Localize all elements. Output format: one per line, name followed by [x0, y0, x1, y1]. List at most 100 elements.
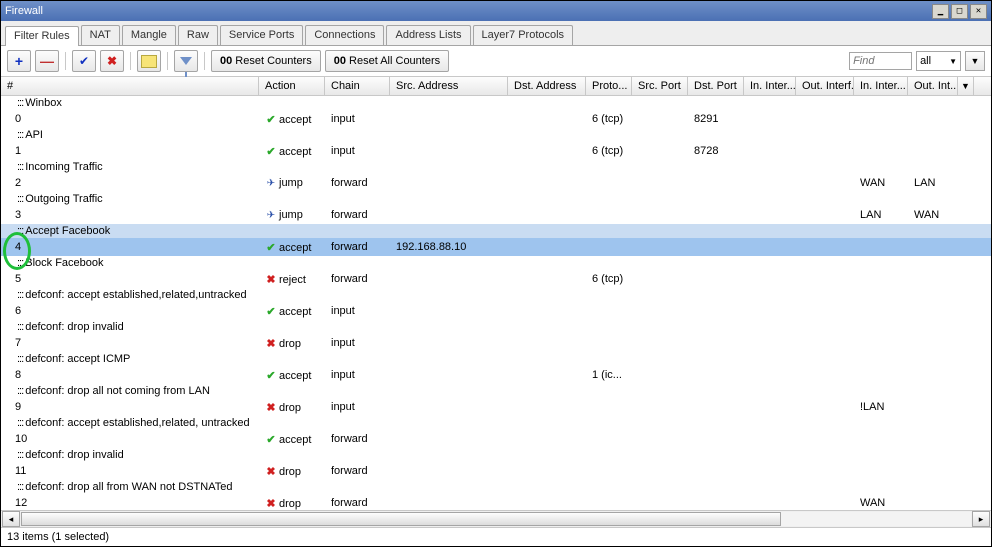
- check-icon: ✔: [79, 54, 89, 68]
- table-row[interactable]: 8✔acceptinput1 (ic...: [1, 366, 991, 384]
- filter-overflow-button[interactable]: ▼: [965, 51, 985, 71]
- cell-chain: forward: [325, 241, 390, 253]
- rule-comment[interactable]: ::: Accept Facebook: [1, 224, 991, 238]
- table-row[interactable]: 5✖rejectforward6 (tcp): [1, 270, 991, 288]
- col-chain[interactable]: Chain: [325, 77, 390, 95]
- scroll-left-button[interactable]: ◂: [2, 511, 20, 527]
- tab-service-ports[interactable]: Service Ports: [220, 25, 303, 45]
- tab-filter-rules[interactable]: Filter Rules: [5, 26, 79, 46]
- cell-action: ✈jump: [259, 177, 325, 189]
- comment-text: defconf: accept ICMP: [25, 353, 130, 365]
- table-row[interactable]: 11✖dropforward: [1, 462, 991, 480]
- cell-in-interface-list: WAN: [854, 497, 908, 509]
- col-dst-address[interactable]: Dst. Address: [508, 77, 586, 95]
- rule-comment[interactable]: ::: defconf: accept ICMP: [1, 352, 991, 366]
- comment-text: defconf: accept established,related,untr…: [25, 289, 246, 301]
- rule-comment[interactable]: ::: Incoming Traffic: [1, 160, 991, 174]
- cell-in-interface-list: LAN: [854, 209, 908, 221]
- table-row[interactable]: 0✔acceptinput6 (tcp)8291: [1, 110, 991, 128]
- col-protocol[interactable]: Proto...: [586, 77, 632, 95]
- col-action[interactable]: Action: [259, 77, 325, 95]
- cell-action: ✔accept: [259, 433, 325, 446]
- tab-mangle[interactable]: Mangle: [122, 25, 176, 45]
- table-row[interactable]: 9✖dropinput!LAN: [1, 398, 991, 416]
- remove-button[interactable]: —: [35, 50, 59, 72]
- col-src-port[interactable]: Src. Port: [632, 77, 688, 95]
- separator: [204, 52, 205, 70]
- table-row[interactable]: 10✔acceptforward: [1, 430, 991, 448]
- cell-action: ✔accept: [259, 145, 325, 158]
- reject-icon: ✖: [265, 273, 277, 286]
- rule-comment[interactable]: ::: defconf: drop invalid: [1, 448, 991, 462]
- comment-prefix: :::: [17, 417, 25, 429]
- table-row[interactable]: 1✔acceptinput6 (tcp)8728: [1, 142, 991, 160]
- rule-comment[interactable]: ::: defconf: drop all not coming from LA…: [1, 384, 991, 398]
- add-button[interactable]: +: [7, 50, 31, 72]
- cell-chain: input: [325, 337, 390, 349]
- cell-action: ✖drop: [259, 497, 325, 510]
- maximize-button[interactable]: □: [951, 4, 968, 19]
- rule-comment[interactable]: ::: Block Facebook: [1, 256, 991, 270]
- tab-connections[interactable]: Connections: [305, 25, 384, 45]
- col-dst-port[interactable]: Dst. Port: [688, 77, 744, 95]
- filter-select[interactable]: all ▼: [916, 51, 961, 71]
- rule-comment[interactable]: ::: API: [1, 128, 991, 142]
- cell-chain: input: [325, 113, 390, 125]
- table-row[interactable]: 2✈jumpforwardWANLAN: [1, 174, 991, 192]
- tab-raw[interactable]: Raw: [178, 25, 218, 45]
- rule-comment[interactable]: ::: defconf: drop invalid: [1, 320, 991, 334]
- col-src-address[interactable]: Src. Address: [390, 77, 508, 95]
- minus-icon: —: [40, 53, 54, 69]
- scroll-right-button[interactable]: ▸: [972, 511, 990, 527]
- col-in-interface-list[interactable]: In. Inter...: [854, 77, 908, 95]
- scroll-thumb[interactable]: [21, 512, 781, 526]
- comment-text: API: [25, 129, 43, 141]
- comment-text: defconf: accept established,related, unt…: [25, 417, 249, 429]
- cell-action: ✔accept: [259, 369, 325, 382]
- table-row[interactable]: 6✔acceptinput: [1, 302, 991, 320]
- window-title: Firewall: [5, 5, 930, 17]
- tab-layer7-protocols[interactable]: Layer7 Protocols: [473, 25, 574, 45]
- cell-protocol: 1 (ic...: [586, 369, 632, 381]
- cell-action: ✖drop: [259, 337, 325, 350]
- reset-all-counters-button[interactable]: 00 Reset All Counters: [325, 50, 449, 72]
- comment-text: defconf: drop invalid: [25, 449, 123, 461]
- minimize-button[interactable]: ▁: [932, 4, 949, 19]
- col-in-interface[interactable]: In. Inter...: [744, 77, 796, 95]
- accept-icon: ✔: [265, 369, 277, 382]
- col-out-interface-list[interactable]: Out. Int...: [908, 77, 958, 95]
- table-row[interactable]: 3✈jumpforwardLANWAN: [1, 206, 991, 224]
- table-row[interactable]: 12✖dropforwardWAN: [1, 494, 991, 510]
- comment-button[interactable]: [137, 50, 161, 72]
- rule-comment[interactable]: ::: defconf: accept established,related,…: [1, 416, 991, 430]
- disable-button[interactable]: ✖: [100, 50, 124, 72]
- firewall-window: Firewall ▁ □ ✕ Filter RulesNATMangleRawS…: [0, 0, 992, 547]
- columns-menu-button[interactable]: ▼: [958, 77, 974, 95]
- tab-nat[interactable]: NAT: [81, 25, 120, 45]
- table-row[interactable]: 7✖dropinput: [1, 334, 991, 352]
- note-icon: [141, 55, 157, 68]
- find-input[interactable]: [849, 52, 912, 70]
- table-row[interactable]: 4✔acceptforward192.168.88.10: [1, 238, 991, 256]
- reset-counters-button[interactable]: 00 Reset Counters: [211, 50, 321, 72]
- col-number[interactable]: #: [1, 77, 259, 95]
- comment-prefix: :::: [17, 257, 25, 269]
- funnel-icon: [180, 57, 192, 65]
- cell-number: 10: [1, 433, 259, 445]
- rule-comment[interactable]: ::: Outgoing Traffic: [1, 192, 991, 206]
- close-button[interactable]: ✕: [970, 4, 987, 19]
- rule-comment[interactable]: ::: Winbox: [1, 96, 991, 110]
- col-out-interface[interactable]: Out. Interf...: [796, 77, 854, 95]
- horizontal-scrollbar[interactable]: ◂ ▸: [1, 510, 991, 527]
- rule-comment[interactable]: ::: defconf: accept established,related,…: [1, 288, 991, 302]
- title-bar[interactable]: Firewall ▁ □ ✕: [1, 1, 991, 21]
- comment-text: Outgoing Traffic: [25, 193, 102, 205]
- enable-button[interactable]: ✔: [72, 50, 96, 72]
- table-body[interactable]: ::: Winbox0✔acceptinput6 (tcp)8291::: AP…: [1, 96, 991, 510]
- scroll-track[interactable]: [21, 512, 971, 526]
- filter-button[interactable]: [174, 50, 198, 72]
- rule-comment[interactable]: ::: defconf: drop all from WAN not DSTNA…: [1, 480, 991, 494]
- tab-address-lists[interactable]: Address Lists: [386, 25, 470, 45]
- comment-prefix: :::: [17, 385, 25, 397]
- cell-chain: input: [325, 145, 390, 157]
